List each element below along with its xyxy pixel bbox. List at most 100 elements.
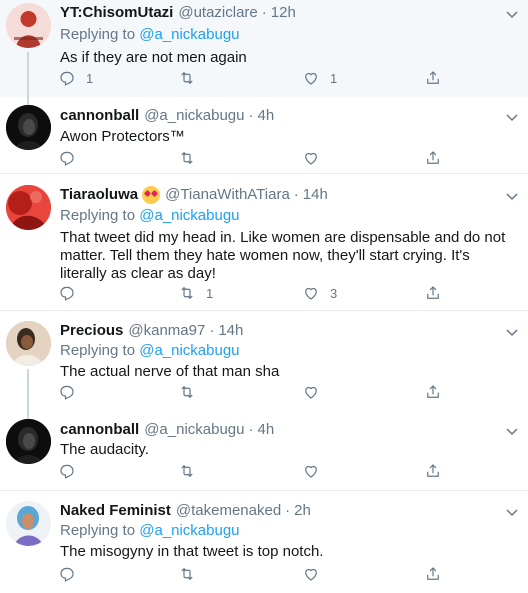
share-button[interactable]	[424, 382, 442, 402]
timestamp[interactable]: 4h	[258, 420, 275, 440]
tweet-4[interactable]: cannonball @a_nickabugu · 4h The audacit…	[0, 411, 528, 490]
retweet-icon	[181, 464, 193, 478]
reply-icon	[60, 71, 74, 86]
thread-line	[27, 411, 29, 419]
user-handle[interactable]: @takemenaked	[176, 501, 281, 521]
share-button[interactable]	[424, 148, 442, 168]
separator-dot: ·	[285, 502, 291, 519]
action-bar	[58, 564, 458, 584]
tweet-3[interactable]: Precious @kanma97 · 14h Replying to @a_n…	[0, 311, 528, 411]
avatar[interactable]	[6, 501, 51, 546]
chevron-down-icon[interactable]	[504, 324, 520, 340]
display-name[interactable]: YT:ChisomUtazi	[60, 3, 173, 23]
replying-mention[interactable]: @a_nickabugu	[139, 522, 239, 539]
avatar[interactable]	[6, 185, 51, 230]
avatar[interactable]	[6, 105, 51, 150]
chevron-down-icon[interactable]	[504, 423, 520, 439]
retweet-button[interactable]: 1	[178, 283, 213, 303]
display-name[interactable]: Precious	[60, 321, 123, 341]
user-handle[interactable]: @utaziclare	[178, 3, 257, 23]
reply-icon	[60, 151, 74, 166]
tweet-2[interactable]: Tiaraoluwa @TianaWithATiara · 14h Replyi…	[0, 174, 528, 310]
chevron-down-icon[interactable]	[504, 504, 520, 520]
replying-to-line: Replying to @a_nickabugu	[60, 521, 518, 541]
avatar[interactable]	[6, 419, 51, 464]
retweet-button[interactable]	[178, 461, 206, 481]
replying-mention[interactable]: @a_nickabugu	[139, 26, 239, 43]
chevron-down-icon[interactable]	[504, 109, 520, 125]
timestamp[interactable]: 14h	[218, 321, 243, 341]
user-handle[interactable]: @kanma97	[128, 321, 205, 341]
reply-button[interactable]	[58, 148, 86, 168]
heart-icon	[305, 72, 317, 85]
timestamp[interactable]: 12h	[271, 3, 296, 23]
timestamp[interactable]: 4h	[258, 106, 275, 126]
share-icon	[427, 464, 439, 477]
heart-icon	[305, 465, 317, 478]
reply-button[interactable]	[58, 382, 86, 402]
replying-label: Replying to	[60, 207, 136, 224]
display-name[interactable]: Tiaraoluwa	[60, 185, 138, 205]
like-button[interactable]	[302, 461, 330, 481]
like-button[interactable]: 1	[302, 68, 337, 88]
display-name[interactable]: cannonball	[60, 106, 139, 126]
share-button[interactable]	[424, 283, 442, 303]
retweet-count: 1	[206, 285, 214, 301]
retweet-icon	[181, 286, 193, 300]
tweet-0[interactable]: YT:ChisomUtazi @utaziclare · 12h Replyin…	[0, 0, 528, 97]
replying-label: Replying to	[60, 26, 136, 43]
like-count: 3	[330, 285, 338, 301]
action-bar: 1 1	[58, 68, 458, 88]
reply-button[interactable]	[58, 461, 86, 481]
reply-icon	[60, 286, 74, 301]
share-button[interactable]	[424, 68, 442, 88]
timestamp[interactable]: 14h	[303, 185, 328, 205]
share-button[interactable]	[424, 461, 442, 481]
reply-icon	[60, 385, 74, 400]
thread-line	[27, 97, 29, 105]
timestamp[interactable]: 2h	[294, 501, 311, 521]
chevron-down-icon[interactable]	[504, 6, 520, 22]
share-icon	[427, 385, 439, 398]
replying-mention[interactable]: @a_nickabugu	[139, 207, 239, 224]
retweet-button[interactable]	[178, 148, 206, 168]
avatar[interactable]	[6, 321, 51, 366]
retweet-button[interactable]	[178, 382, 206, 402]
like-button[interactable]: 3	[302, 283, 337, 303]
reply-button[interactable]: 1	[58, 68, 93, 88]
chevron-down-icon[interactable]	[504, 188, 520, 204]
tweet-1[interactable]: cannonball @a_nickabugu · 4h Awon Protec…	[0, 97, 528, 173]
replying-to-line: Replying to @a_nickabugu	[60, 25, 518, 45]
like-button[interactable]	[302, 564, 330, 584]
tweet-text: The actual nerve of that man sha	[60, 363, 280, 380]
like-button[interactable]	[302, 148, 330, 168]
user-handle[interactable]: @a_nickabugu	[144, 106, 244, 126]
share-icon	[427, 151, 439, 164]
thread-line	[27, 52, 29, 97]
heart-eyes-emoji-icon	[142, 186, 161, 204]
like-button[interactable]	[302, 382, 330, 402]
share-icon	[427, 286, 439, 299]
tweet-text: That tweet did my head in. Like women ar…	[60, 229, 506, 282]
heart-icon	[305, 152, 317, 165]
action-bar	[58, 461, 458, 481]
user-handle[interactable]: @a_nickabugu	[144, 420, 244, 440]
avatar[interactable]	[6, 3, 51, 48]
reply-button[interactable]	[58, 564, 86, 584]
heart-icon	[305, 386, 317, 399]
display-name[interactable]: cannonball	[60, 420, 139, 440]
share-icon	[427, 71, 439, 84]
separator-dot: ·	[261, 4, 267, 21]
retweet-icon	[181, 385, 193, 399]
action-bar: 1 3	[58, 283, 458, 303]
replying-mention[interactable]: @a_nickabugu	[139, 342, 239, 359]
display-name[interactable]: Naked Feminist	[60, 501, 171, 521]
retweet-button[interactable]	[178, 68, 206, 88]
retweet-icon	[181, 151, 193, 165]
tweet-5[interactable]: Naked Feminist @takemenaked · 2h Replyin…	[0, 491, 528, 593]
retweet-button[interactable]	[178, 564, 206, 584]
share-button[interactable]	[424, 564, 442, 584]
share-icon	[427, 567, 439, 580]
user-handle[interactable]: @TianaWithATiara	[165, 185, 290, 205]
reply-button[interactable]	[58, 283, 86, 303]
